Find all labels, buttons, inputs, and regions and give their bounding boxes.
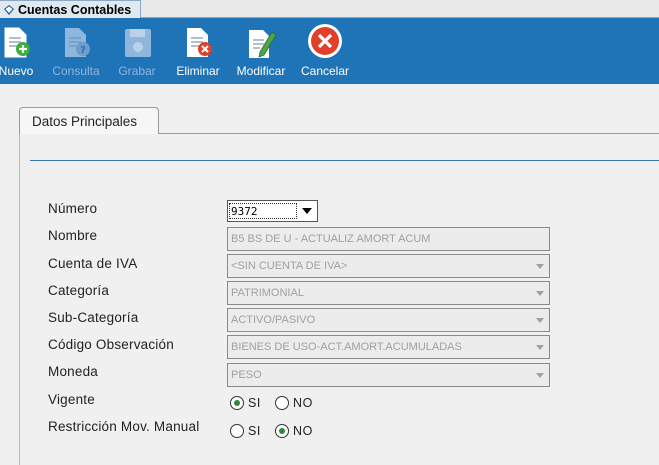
codigo-observacion-label: Código Observación — [48, 337, 174, 352]
modificar-button[interactable]: Modificar — [233, 18, 289, 84]
consulta-button[interactable]: ? Consulta — [52, 18, 100, 84]
nombre-label: Nombre — [48, 228, 98, 243]
numero-select[interactable]: 9372 — [227, 200, 318, 222]
query-document-icon: ? — [56, 18, 96, 62]
restriccion-label: Restricción Mov. Manual — [48, 419, 200, 434]
codigo-observacion-value: BIENES DE USO-ACT.AMORT.ACUMULADAS — [231, 341, 462, 353]
restriccion-si-radio[interactable]: SI — [230, 424, 261, 438]
modificar-label: Modificar — [236, 64, 286, 78]
restriccion-no-radio[interactable]: NO — [275, 424, 313, 438]
app-icon — [0, 1, 18, 19]
window-tab-bar: Cuentas Contables — [0, 0, 659, 18]
subcategoria-label: Sub-Categoría — [48, 310, 139, 325]
chevron-down-icon[interactable] — [531, 290, 549, 296]
cuenta-iva-label: Cuenta de IVA — [48, 256, 138, 271]
nombre-field[interactable]: B5 BS DE U - ACTUALIZ AMORT ACUM — [227, 227, 550, 251]
consulta-label: Consulta — [52, 64, 100, 78]
restriccion-no-label: NO — [293, 424, 313, 438]
vigente-no-radio[interactable]: NO — [275, 396, 313, 410]
categoria-select[interactable]: PATRIMONIAL — [227, 281, 550, 305]
vigente-label: Vigente — [48, 392, 95, 407]
cancel-icon — [305, 18, 345, 62]
codigo-observacion-select[interactable]: BIENES DE USO-ACT.AMORT.ACUMULADAS — [227, 335, 550, 359]
vigente-si-label: SI — [248, 396, 262, 410]
toolbar: Nuevo ? Consulta Grabar Eliminar Modific… — [0, 18, 659, 84]
new-document-icon — [0, 18, 36, 62]
tab-datos-principales-label: Datos Principales — [32, 114, 138, 129]
subcategoria-select[interactable]: ACTIVO/PASIVO — [227, 308, 550, 332]
numero-label: Número — [48, 201, 98, 216]
vigente-no-label: NO — [293, 396, 313, 410]
radio-unselected-icon — [230, 424, 244, 438]
categoria-value: PATRIMONIAL — [231, 287, 304, 299]
cuenta-iva-value: <SIN CUENTA DE IVA> — [231, 260, 348, 272]
moneda-value: PESO — [231, 369, 262, 381]
grabar-button[interactable]: Grabar — [116, 18, 158, 84]
svg-text:?: ? — [80, 45, 86, 56]
radio-selected-icon — [275, 424, 289, 438]
grabar-label: Grabar — [118, 64, 156, 78]
cuenta-iva-select[interactable]: <SIN CUENTA DE IVA> — [227, 254, 550, 278]
categoria-label: Categoría — [48, 283, 110, 298]
nuevo-label: Nuevo — [0, 64, 34, 78]
moneda-label: Moneda — [48, 364, 98, 379]
chevron-down-icon[interactable] — [531, 344, 549, 350]
chevron-down-icon[interactable] — [531, 263, 549, 269]
delete-document-icon — [178, 18, 218, 62]
cancelar-button[interactable]: Cancelar — [298, 18, 352, 84]
radio-selected-icon — [230, 396, 244, 410]
save-disk-icon — [117, 18, 157, 62]
vigente-si-radio[interactable]: SI — [230, 396, 261, 410]
chevron-down-icon[interactable] — [531, 372, 549, 378]
eliminar-button[interactable]: Eliminar — [174, 18, 222, 84]
window-tab-title: Cuentas Contables — [18, 2, 132, 17]
nuevo-button[interactable]: Nuevo — [0, 18, 36, 84]
nombre-value: B5 BS DE U - ACTUALIZ AMORT ACUM — [231, 233, 431, 245]
section-divider — [30, 160, 659, 161]
moneda-select[interactable]: PESO — [227, 363, 550, 387]
window-tab-cuentas-contables[interactable]: Cuentas Contables — [0, 0, 141, 18]
edit-document-icon — [241, 18, 281, 62]
numero-value: 9372 — [229, 203, 297, 219]
restriccion-si-label: SI — [248, 424, 262, 438]
cancelar-label: Cancelar — [300, 64, 350, 78]
chevron-down-icon[interactable] — [531, 317, 549, 323]
tab-datos-principales[interactable]: Datos Principales — [19, 107, 159, 134]
subcategoria-value: ACTIVO/PASIVO — [231, 314, 316, 326]
chevron-down-icon[interactable] — [297, 201, 317, 221]
eliminar-label: Eliminar — [176, 64, 220, 78]
radio-unselected-icon — [275, 396, 289, 410]
